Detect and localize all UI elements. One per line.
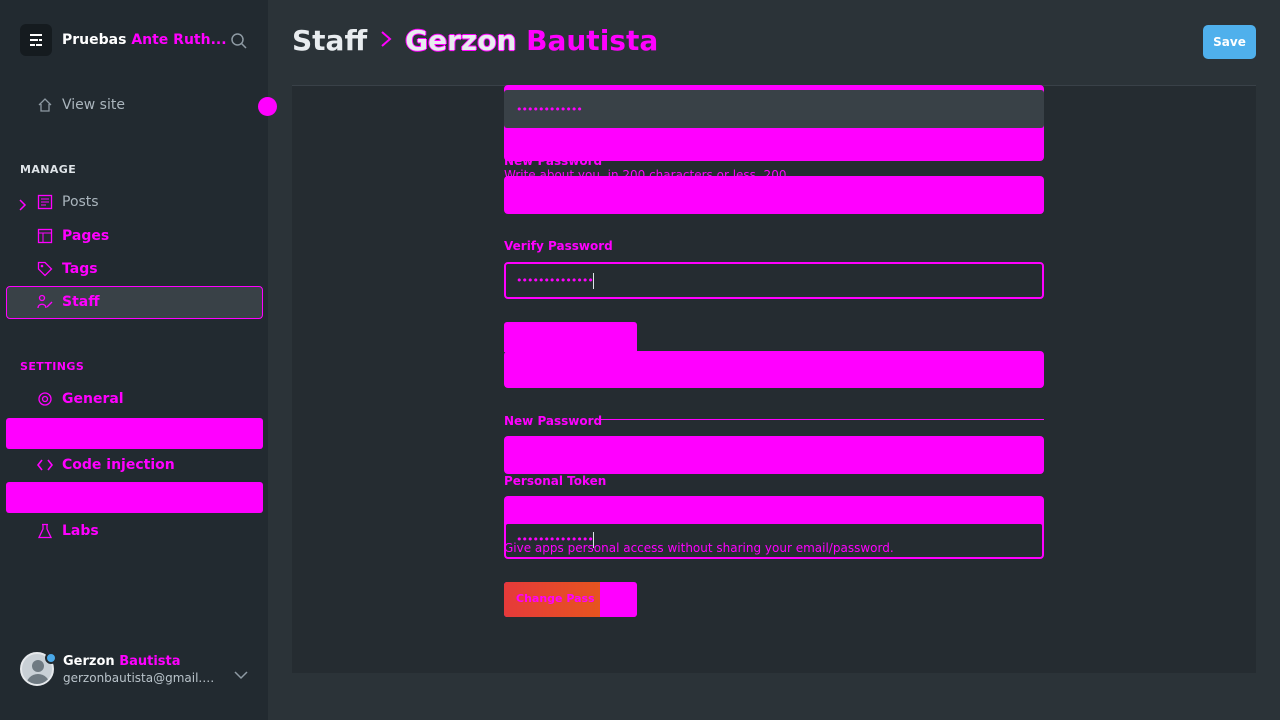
sidebar-item-label: Pages (62, 228, 110, 244)
sidebar-item-design[interactable] (6, 418, 263, 449)
gear-icon (36, 390, 54, 408)
home-icon (36, 96, 54, 114)
new-password-label: New Password (504, 154, 603, 168)
save-button[interactable]: Save (1203, 25, 1256, 59)
flask-icon (36, 522, 54, 540)
chevron-down-icon[interactable] (234, 665, 248, 684)
page-title: Gerzon Bautista (405, 24, 658, 57)
user-first-name: Gerzon (63, 653, 115, 669)
sidebar-item-staff[interactable]: Staff (36, 293, 100, 311)
site-name: Pruebas Ante Ruth... (62, 32, 227, 48)
sidebar-item-general[interactable]: General (36, 390, 124, 408)
sidebar-item-integrations[interactable] (6, 482, 263, 513)
verify-password-value: •••••••••••••• (516, 274, 594, 287)
manage-section-label: MANAGE (20, 163, 77, 176)
tag-icon (36, 260, 54, 278)
old-password-value: •••••••••••• (516, 103, 583, 116)
posts-icon (36, 193, 54, 211)
search-icon[interactable] (230, 32, 248, 54)
sidebar-item-label: Labs (62, 523, 99, 539)
old-password-input[interactable] (504, 90, 1044, 128)
sidebar-item-labs[interactable]: Labs (36, 522, 99, 540)
user-email: gerzonbautista@gmail.com (63, 670, 219, 685)
page-title-first: Gerzon (405, 24, 517, 57)
page-title-last: Bautista (526, 24, 659, 57)
sidebar-item-pages[interactable]: Pages (36, 227, 109, 245)
password-strength-field (504, 351, 1044, 388)
divider (598, 419, 1044, 420)
new-password-input[interactable] (504, 176, 1044, 214)
token-hint: Give apps personal access without sharin… (504, 541, 894, 555)
staff-icon (36, 293, 54, 311)
settings-section-label: SETTINGS (20, 360, 85, 373)
chevron-right-icon[interactable] (18, 196, 28, 215)
user-last-name: Bautista (119, 653, 181, 669)
view-site-label: View site (62, 97, 125, 113)
change-password-button[interactable]: Change Pass (504, 582, 637, 617)
site-name-suffix: Ante Ruth... (131, 32, 227, 48)
sidebar-item-label: Posts (62, 194, 99, 210)
notification-dot (258, 97, 277, 116)
breadcrumb: Staff Gerzon Bautista (292, 24, 658, 57)
sidebar-item-label: Tags (62, 261, 98, 277)
pages-icon (36, 227, 54, 245)
user-name: Gerzon Bautista (63, 654, 219, 669)
brand[interactable]: Pruebas Ante Ruth... (20, 24, 227, 56)
chevron-right-icon (379, 26, 393, 56)
new-password-input-2[interactable] (504, 436, 1044, 474)
breadcrumb-staff[interactable]: Staff (292, 24, 367, 57)
sidebar: Pruebas Ante Ruth... View site MANAGE Po… (0, 0, 277, 720)
sidebar-item-code-injection[interactable]: Code injection (36, 456, 175, 474)
new-password-label-2: New Password (504, 414, 603, 428)
site-name-text: Pruebas (62, 32, 127, 48)
user-menu[interactable]: Gerzon Bautista gerzonbautista@gmail.com (20, 652, 219, 686)
sidebar-item-label: Code injection (62, 457, 175, 473)
sidebar-item-posts[interactable]: Posts (36, 193, 99, 211)
verify-password-label: Verify Password (504, 239, 613, 253)
sidebar-item-label: General (62, 391, 124, 407)
personal-token-label: Personal Token (504, 474, 607, 488)
change-password-label: Change Pass (516, 592, 595, 605)
online-status-icon (45, 652, 57, 664)
text-caret (593, 273, 594, 289)
code-icon (36, 456, 54, 474)
sidebar-item-tags[interactable]: Tags (36, 260, 98, 278)
view-site-link[interactable]: View site (36, 96, 125, 114)
sidebar-item-label: Staff (62, 294, 100, 310)
ghost-menu-icon (20, 24, 52, 56)
password-strength-tab (504, 322, 637, 352)
